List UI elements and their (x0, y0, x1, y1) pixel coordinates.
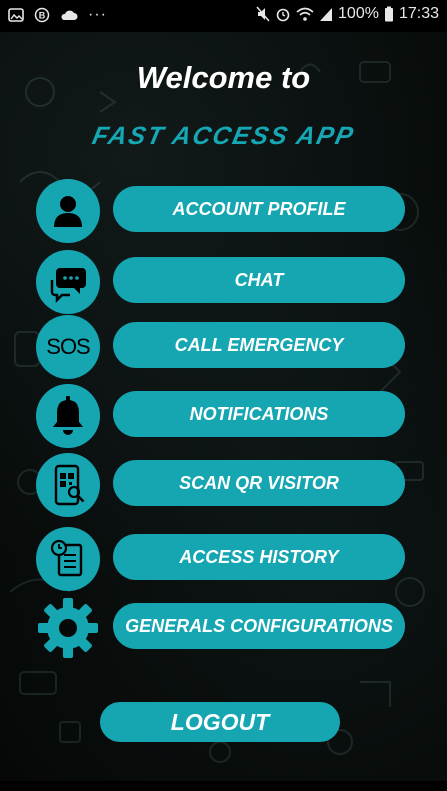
notifications-button[interactable]: NOTIFICATIONS (113, 391, 405, 437)
menu-row-scan-qr: SCAN QR VISITOR (36, 453, 408, 517)
clipboard-clock-icon[interactable] (36, 527, 100, 591)
svg-text:B: B (39, 11, 46, 21)
status-bar-right: 100% 17:33 (256, 5, 439, 23)
signal-icon (320, 8, 333, 21)
alarm-icon (276, 8, 290, 22)
welcome-title: Welcome to (136, 60, 311, 95)
sos-icon-label: SOS (46, 334, 90, 359)
scan-qr-visitor-button[interactable]: SCAN QR VISITOR (113, 460, 405, 506)
account-profile-button[interactable]: ACCOUNT PROFILE (113, 186, 405, 232)
status-bar: B ··· 100% 17:33 (0, 0, 447, 32)
access-history-button[interactable]: ACCESS HISTORY (113, 534, 405, 580)
bottom-bar (0, 781, 447, 791)
chat-bubbles-icon[interactable] (36, 250, 100, 314)
bell-icon[interactable] (36, 384, 100, 448)
clock-time: 17:33 (398, 5, 439, 22)
menu-row-account-profile: ACCOUNT PROFILE (36, 179, 408, 243)
menu-row-access-history: ACCESS HISTORY (36, 527, 408, 591)
menu-row-generals-configurations: GENERALS CONFIGURATIONS (36, 598, 408, 658)
wifi-icon (296, 7, 314, 21)
sos-icon[interactable]: SOS (36, 315, 100, 379)
gear-icon[interactable] (36, 596, 100, 660)
mute-icon (256, 6, 270, 22)
status-bar-left: B ··· (8, 6, 107, 24)
battery-percentage: 100% (338, 5, 379, 22)
menu-row-chat: CHAT (36, 250, 408, 314)
cloud-icon (61, 10, 78, 20)
generals-configurations-button[interactable]: GENERALS CONFIGURATIONS (113, 603, 405, 649)
chat-button[interactable]: CHAT (113, 257, 405, 303)
battery-icon (384, 6, 393, 22)
photo-notification-icon (8, 8, 24, 22)
app-screen: B ··· 100% 17:33 Welcome to FAST ACCESS … (0, 0, 447, 791)
menu-row-notifications: NOTIFICATIONS (36, 384, 408, 448)
call-emergency-button[interactable]: CALL EMERGENCY (113, 322, 405, 368)
more-notifications-indicator: ··· (88, 6, 107, 23)
user-icon[interactable] (36, 179, 100, 243)
menu-row-call-emergency: SOS CALL EMERGENCY (36, 315, 408, 379)
b-notification-icon: B (34, 7, 50, 23)
app-name-title: FAST ACCESS APP (89, 122, 358, 150)
qr-phone-scan-icon[interactable] (36, 453, 100, 517)
logout-button[interactable]: LOGOUT (100, 702, 340, 742)
